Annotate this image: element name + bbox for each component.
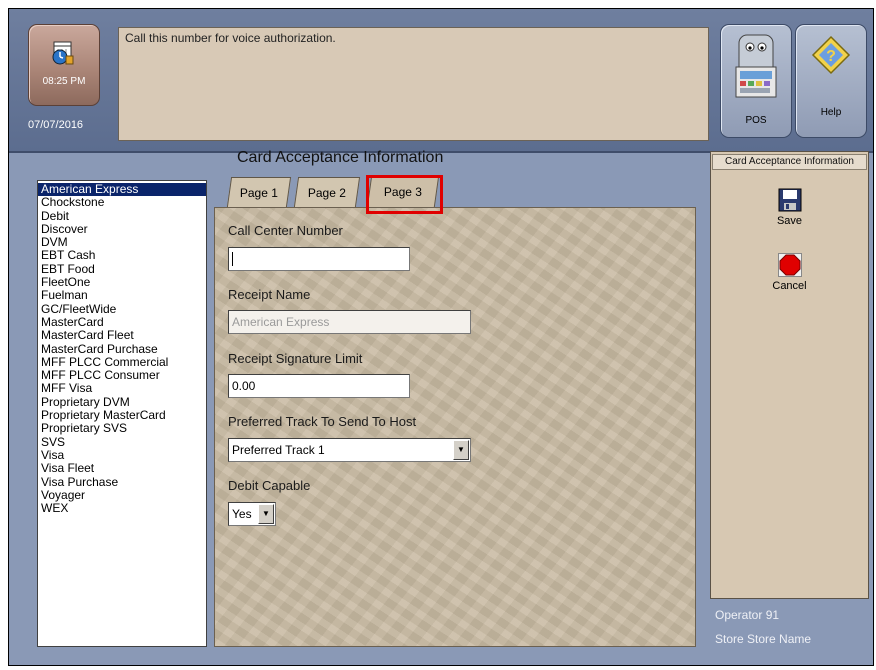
cancel-label: Cancel: [772, 280, 807, 292]
list-item[interactable]: MFF PLCC Consumer: [38, 368, 206, 382]
clock-time: 08:25 PM: [42, 76, 86, 87]
action-panel-title: Card Acceptance Information: [712, 154, 867, 170]
receipt-name-value: American Express: [232, 315, 330, 329]
list-item[interactable]: Proprietary SVS: [38, 422, 206, 436]
help-button-label: Help: [820, 107, 842, 118]
list-item[interactable]: MasterCard Fleet: [38, 328, 206, 342]
message-box: Call this number for voice authorization…: [118, 27, 709, 141]
tab-page-2[interactable]: Page 2: [293, 177, 361, 207]
list-item[interactable]: FleetOne: [38, 275, 206, 289]
signature-limit-input[interactable]: 0.00: [228, 374, 410, 398]
operator-label: Operator 91: [715, 608, 780, 622]
save-icon: [778, 188, 801, 212]
save-label: Save: [776, 215, 803, 227]
list-item[interactable]: MFF PLCC Commercial: [38, 355, 206, 369]
list-item[interactable]: SVS: [38, 435, 206, 449]
preferred-track-select[interactable]: Preferred Track 1 ▼: [228, 438, 471, 462]
list-item[interactable]: Chockstone: [38, 195, 206, 209]
pos-button-label: POS: [745, 115, 767, 126]
cancel-button[interactable]: Cancel: [711, 253, 868, 292]
list-item[interactable]: Visa: [38, 448, 206, 462]
tab-page-3[interactable]: Page 3: [366, 175, 440, 208]
list-item[interactable]: EBT Cash: [38, 249, 206, 263]
tab-label: Page 1: [239, 185, 278, 200]
debit-capable-select[interactable]: Yes ▼: [228, 502, 276, 526]
current-date: 07/07/2016: [28, 119, 84, 131]
card-type-list[interactable]: American Express Chockstone Debit Discover D…: [37, 180, 207, 647]
list-item[interactable]: Visa Purchase: [38, 475, 206, 489]
preferred-track-value: Preferred Track 1: [232, 443, 325, 457]
chevron-down-icon[interactable]: ▼: [453, 440, 469, 460]
calendar-clock-icon: [52, 41, 74, 65]
chevron-down-icon[interactable]: ▼: [258, 504, 274, 524]
list-item[interactable]: MFF Visa: [38, 382, 206, 396]
debit-capable-label: Debit Capable: [228, 478, 311, 493]
signature-limit-label: Receipt Signature Limit: [228, 351, 363, 366]
list-item[interactable]: EBT Food: [38, 262, 206, 276]
stop-icon: [777, 253, 802, 277]
receipt-name-input: American Express: [228, 310, 471, 334]
store-label: Store Store Name: [715, 632, 812, 646]
list-item[interactable]: Voyager: [38, 488, 206, 502]
action-panel: Card Acceptance Information Save Cancel: [710, 151, 869, 599]
list-item[interactable]: Discover: [38, 222, 206, 236]
list-item[interactable]: Fuelman: [38, 289, 206, 303]
app-window: 08:25 PM 07/07/2016 Call this number for…: [8, 8, 874, 666]
list-item[interactable]: Visa Fleet: [38, 461, 206, 475]
receipt-name-label: Receipt Name: [228, 287, 311, 302]
pos-terminal-icon: [735, 34, 777, 98]
list-item[interactable]: Debit: [38, 209, 206, 223]
list-item[interactable]: Proprietary DVM: [38, 395, 206, 409]
list-item[interactable]: American Express: [38, 182, 206, 197]
list-item[interactable]: GC/FleetWide: [38, 302, 206, 316]
pos-button[interactable]: POS: [720, 24, 792, 138]
list-item[interactable]: MasterCard: [38, 315, 206, 329]
text-caret: [232, 252, 233, 266]
page-title: Card Acceptance Information: [237, 149, 444, 166]
signature-limit-value: 0.00: [232, 379, 256, 393]
top-bar: 08:25 PM 07/07/2016 Call this number for…: [9, 9, 873, 153]
help-icon: ?: [811, 35, 851, 75]
message-text: Call this number for voice authorization…: [125, 31, 336, 45]
tab-page-1[interactable]: Page 1: [226, 177, 292, 207]
tab-label: Page 3: [383, 185, 422, 199]
list-item[interactable]: MasterCard Purchase: [38, 342, 206, 356]
clock-button[interactable]: 08:25 PM: [28, 24, 100, 106]
save-button[interactable]: Save: [711, 188, 868, 227]
preferred-track-label: Preferred Track To Send To Host: [228, 414, 417, 429]
call-center-label: Call Center Number: [228, 223, 343, 238]
svg-text:?: ?: [826, 48, 836, 65]
call-center-input[interactable]: [228, 247, 410, 271]
help-button[interactable]: ? Help: [795, 24, 867, 138]
list-item[interactable]: DVM: [38, 235, 206, 249]
list-item[interactable]: Proprietary MasterCard: [38, 408, 206, 422]
tab-label: Page 2: [307, 185, 346, 200]
list-item[interactable]: WEX: [38, 501, 206, 515]
debit-capable-value: Yes: [232, 507, 252, 521]
